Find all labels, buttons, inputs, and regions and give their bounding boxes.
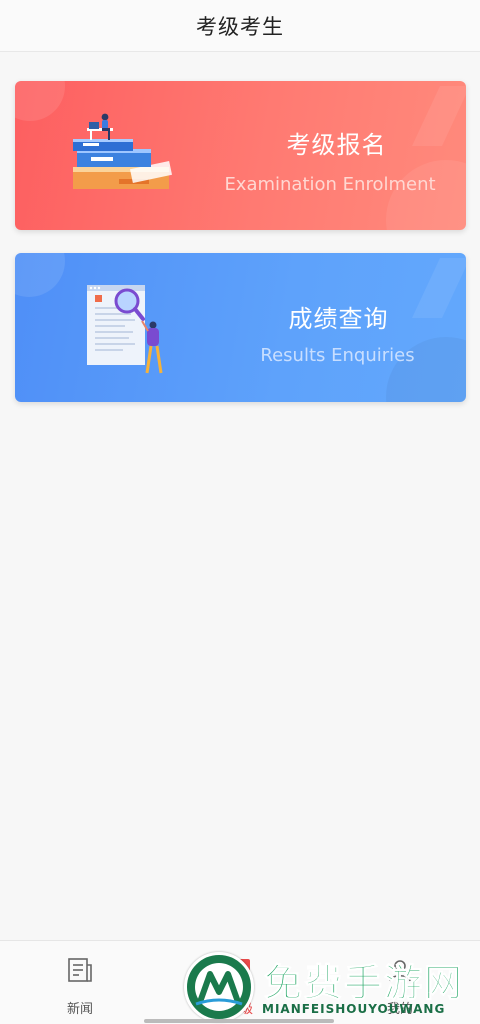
watermark-subtitle: MIANFEISHOUYOUWANG [262, 1002, 446, 1016]
app-header: 考级考生 [0, 0, 480, 52]
tab-news-label: 新闻 [66, 1002, 93, 1017]
results-card[interactable]: 成绩查询 Results Enquiries [15, 253, 466, 402]
magnifier-document-illustration [87, 285, 163, 374]
watermark-logo-icon [195, 971, 243, 1006]
watermark: 免费手游网 MIANFEISHOUYOUWANG [184, 950, 480, 1024]
card-decoration [15, 81, 65, 121]
enrolment-subtitle: Examination Enrolment [224, 174, 436, 195]
home-indicator [144, 1019, 334, 1023]
enrolment-title: 考级报名 [286, 131, 387, 159]
results-subtitle: Results Enquiries [260, 345, 415, 366]
card-decoration [15, 253, 65, 297]
tab-news[interactable]: 新闻 [30, 941, 130, 1024]
page-title: 考级考生 [196, 14, 284, 39]
news-icon [68, 958, 92, 982]
watermark-title: 免费手游网 [263, 961, 465, 1006]
results-title: 成绩查询 [288, 305, 389, 333]
enrolment-card[interactable]: 考级报名 Examination Enrolment [15, 81, 466, 230]
watermark-logo [184, 952, 254, 1022]
books-person-illustration [73, 113, 173, 189]
card-decoration [386, 160, 466, 230]
